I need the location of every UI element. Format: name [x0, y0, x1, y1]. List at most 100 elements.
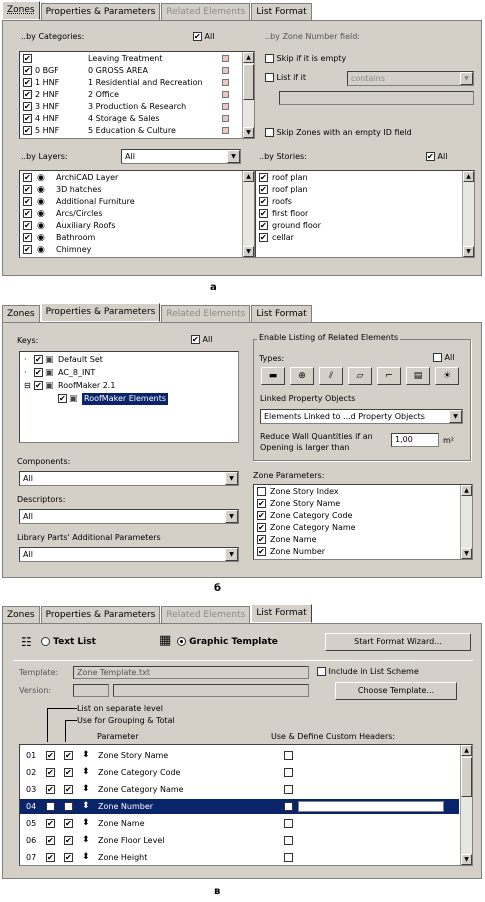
tab-properties-parameters[interactable]: Properties & Parameters [40, 606, 161, 623]
move-handle-icon[interactable]: ⬍ [82, 850, 90, 865]
checkbox[interactable] [23, 102, 32, 111]
move-handle-icon[interactable]: ⬍ [82, 782, 90, 797]
list-item[interactable]: Zone Story Index [254, 486, 472, 498]
keys-all-checkbox[interactable]: All [191, 335, 212, 344]
scroll-up-icon[interactable]: ▲ [243, 171, 254, 182]
tree-item[interactable]: ⊟ ▣ RoofMaker 2.1 [20, 380, 238, 392]
tree-expander-icon[interactable]: ⊟ [24, 380, 31, 392]
move-handle-icon[interactable]: ⬍ [82, 765, 90, 780]
checkbox[interactable] [64, 836, 73, 845]
library-select[interactable]: All ▼ [19, 547, 239, 562]
checkbox[interactable] [34, 368, 43, 377]
list-item[interactable]: ◉ Additional Furniture [20, 196, 254, 208]
checkbox[interactable] [257, 547, 266, 556]
checkbox[interactable] [64, 785, 73, 794]
checkbox[interactable] [23, 114, 32, 123]
eye-icon[interactable]: ◉ [37, 244, 45, 256]
checkbox[interactable] [64, 751, 73, 760]
list-item[interactable]: Zone Category Name [254, 522, 472, 534]
chevron-down-icon[interactable]: ▼ [460, 72, 473, 85]
checkbox[interactable] [257, 523, 266, 532]
scroll-down-icon[interactable]: ▼ [461, 548, 472, 559]
list-item[interactable]: first floor [256, 208, 474, 220]
table-row[interactable]: 05 ⬍ Zone Name [20, 816, 459, 831]
include-list-scheme-checkbox[interactable]: Include in List Scheme [317, 667, 419, 676]
scroll-down-icon[interactable]: ▼ [243, 127, 254, 138]
checkbox[interactable] [259, 221, 268, 230]
zone-params-list[interactable]: Zone Story Index Zone Story Name Zone Cate… [253, 484, 473, 560]
door-type-icon[interactable]: ⌐ [377, 367, 401, 385]
checkbox[interactable] [284, 836, 293, 845]
zone-params-scrollbar[interactable]: ▲ ▼ [460, 485, 472, 559]
list-item[interactable]: Zone Category Code [254, 510, 472, 522]
checkbox[interactable] [23, 221, 32, 230]
checkbox[interactable] [284, 853, 293, 862]
list-item[interactable]: 5 HNF 5 Education & Culture [20, 125, 254, 137]
checkbox[interactable] [64, 819, 73, 828]
stories-scrollbar[interactable]: ▲ ▼ [462, 171, 474, 257]
list-item[interactable]: roofs [256, 196, 474, 208]
checkbox[interactable] [257, 511, 266, 520]
checkbox[interactable] [46, 819, 55, 828]
custom-header-field[interactable] [298, 801, 444, 812]
scroll-up-icon[interactable]: ▲ [243, 52, 254, 63]
zone-number-text-field[interactable] [279, 91, 474, 105]
eye-icon[interactable]: ◉ [37, 196, 45, 208]
parameter-table[interactable]: 01⬍Zone Story Name 02⬍Zone Category Code 0… [19, 744, 473, 866]
checkbox[interactable] [46, 751, 55, 760]
tab-list-format[interactable]: List Format [251, 604, 312, 623]
checkbox[interactable] [34, 355, 43, 364]
tab-related-elements[interactable]: Related Elements [161, 3, 251, 20]
checkbox[interactable] [46, 768, 55, 777]
list-item[interactable]: roof plan [256, 172, 474, 184]
categories-scrollbar[interactable]: ▲ ▼ [242, 52, 254, 138]
chevron-down-icon[interactable]: ▼ [225, 510, 238, 523]
eye-icon[interactable]: ◉ [37, 232, 45, 244]
tab-list-format[interactable]: List Format [251, 3, 312, 20]
list-item[interactable]: ◉ ArchiCAD Layer [20, 172, 254, 184]
scroll-up-icon[interactable]: ▲ [463, 171, 474, 182]
choose-template-button[interactable]: Choose Template... [335, 682, 457, 700]
list-item[interactable]: ◉ 3D hatches [20, 184, 254, 196]
checkbox[interactable] [257, 487, 266, 496]
eye-icon[interactable]: ◉ [37, 208, 45, 220]
table-row[interactable]: 01 ⬍ Zone Story Name [20, 748, 459, 763]
checkbox[interactable] [284, 751, 293, 760]
slab-type-icon[interactable]: ▱ [348, 367, 372, 385]
scroll-thumb[interactable] [461, 757, 472, 797]
checkbox[interactable] [46, 836, 55, 845]
stories-all-checkbox[interactable]: All [426, 152, 447, 161]
tab-zones[interactable]: Zones [2, 305, 40, 322]
column-type-icon[interactable]: ⊕ [290, 367, 314, 385]
checkbox[interactable] [259, 209, 268, 218]
tab-properties-parameters[interactable]: Properties & Parameters [40, 303, 161, 322]
checkbox[interactable] [259, 185, 268, 194]
layers-select[interactable]: All ▼ [121, 149, 241, 164]
tree-expander-icon[interactable]: · [24, 354, 27, 366]
checkbox[interactable] [23, 185, 32, 194]
object-type-icon[interactable]: ▤ [406, 367, 430, 385]
tab-zones[interactable]: Zones [2, 1, 40, 20]
checkbox[interactable] [46, 853, 55, 862]
checkbox[interactable] [46, 785, 55, 794]
types-all-checkbox[interactable]: All [433, 353, 454, 362]
list-item[interactable]: 4 HNF 4 Storage & Sales [20, 113, 254, 125]
move-handle-icon[interactable]: ⬍ [82, 748, 90, 763]
descriptors-select[interactable]: All ▼ [19, 509, 239, 524]
move-handle-icon[interactable]: ⬍ [82, 833, 90, 848]
checkbox[interactable] [23, 78, 32, 87]
chevron-down-icon[interactable]: ▼ [227, 150, 240, 163]
table-row[interactable]: 04 ⬍ Zone Number [20, 799, 459, 814]
start-format-wizard-button[interactable]: Start Format Wizard... [325, 633, 471, 651]
linked-select[interactable]: Elements Linked to ...d Property Objects… [260, 409, 463, 424]
chevron-down-icon[interactable]: ▼ [225, 548, 238, 561]
categories-list[interactable]: Leaving Treatment0 BGF0 GROSS AREA1 HNF1… [19, 51, 255, 139]
checkbox[interactable] [284, 768, 293, 777]
checkbox[interactable] [46, 802, 55, 811]
tab-related-elements[interactable]: Related Elements [161, 606, 251, 623]
scroll-down-icon[interactable]: ▼ [463, 246, 474, 257]
checkbox[interactable] [64, 768, 73, 777]
tab-related-elements[interactable]: Related Elements [161, 305, 251, 322]
table-row[interactable]: 02 ⬍ Zone Category Code [20, 765, 459, 780]
list-if-it-checkbox[interactable]: List if it [265, 73, 306, 82]
